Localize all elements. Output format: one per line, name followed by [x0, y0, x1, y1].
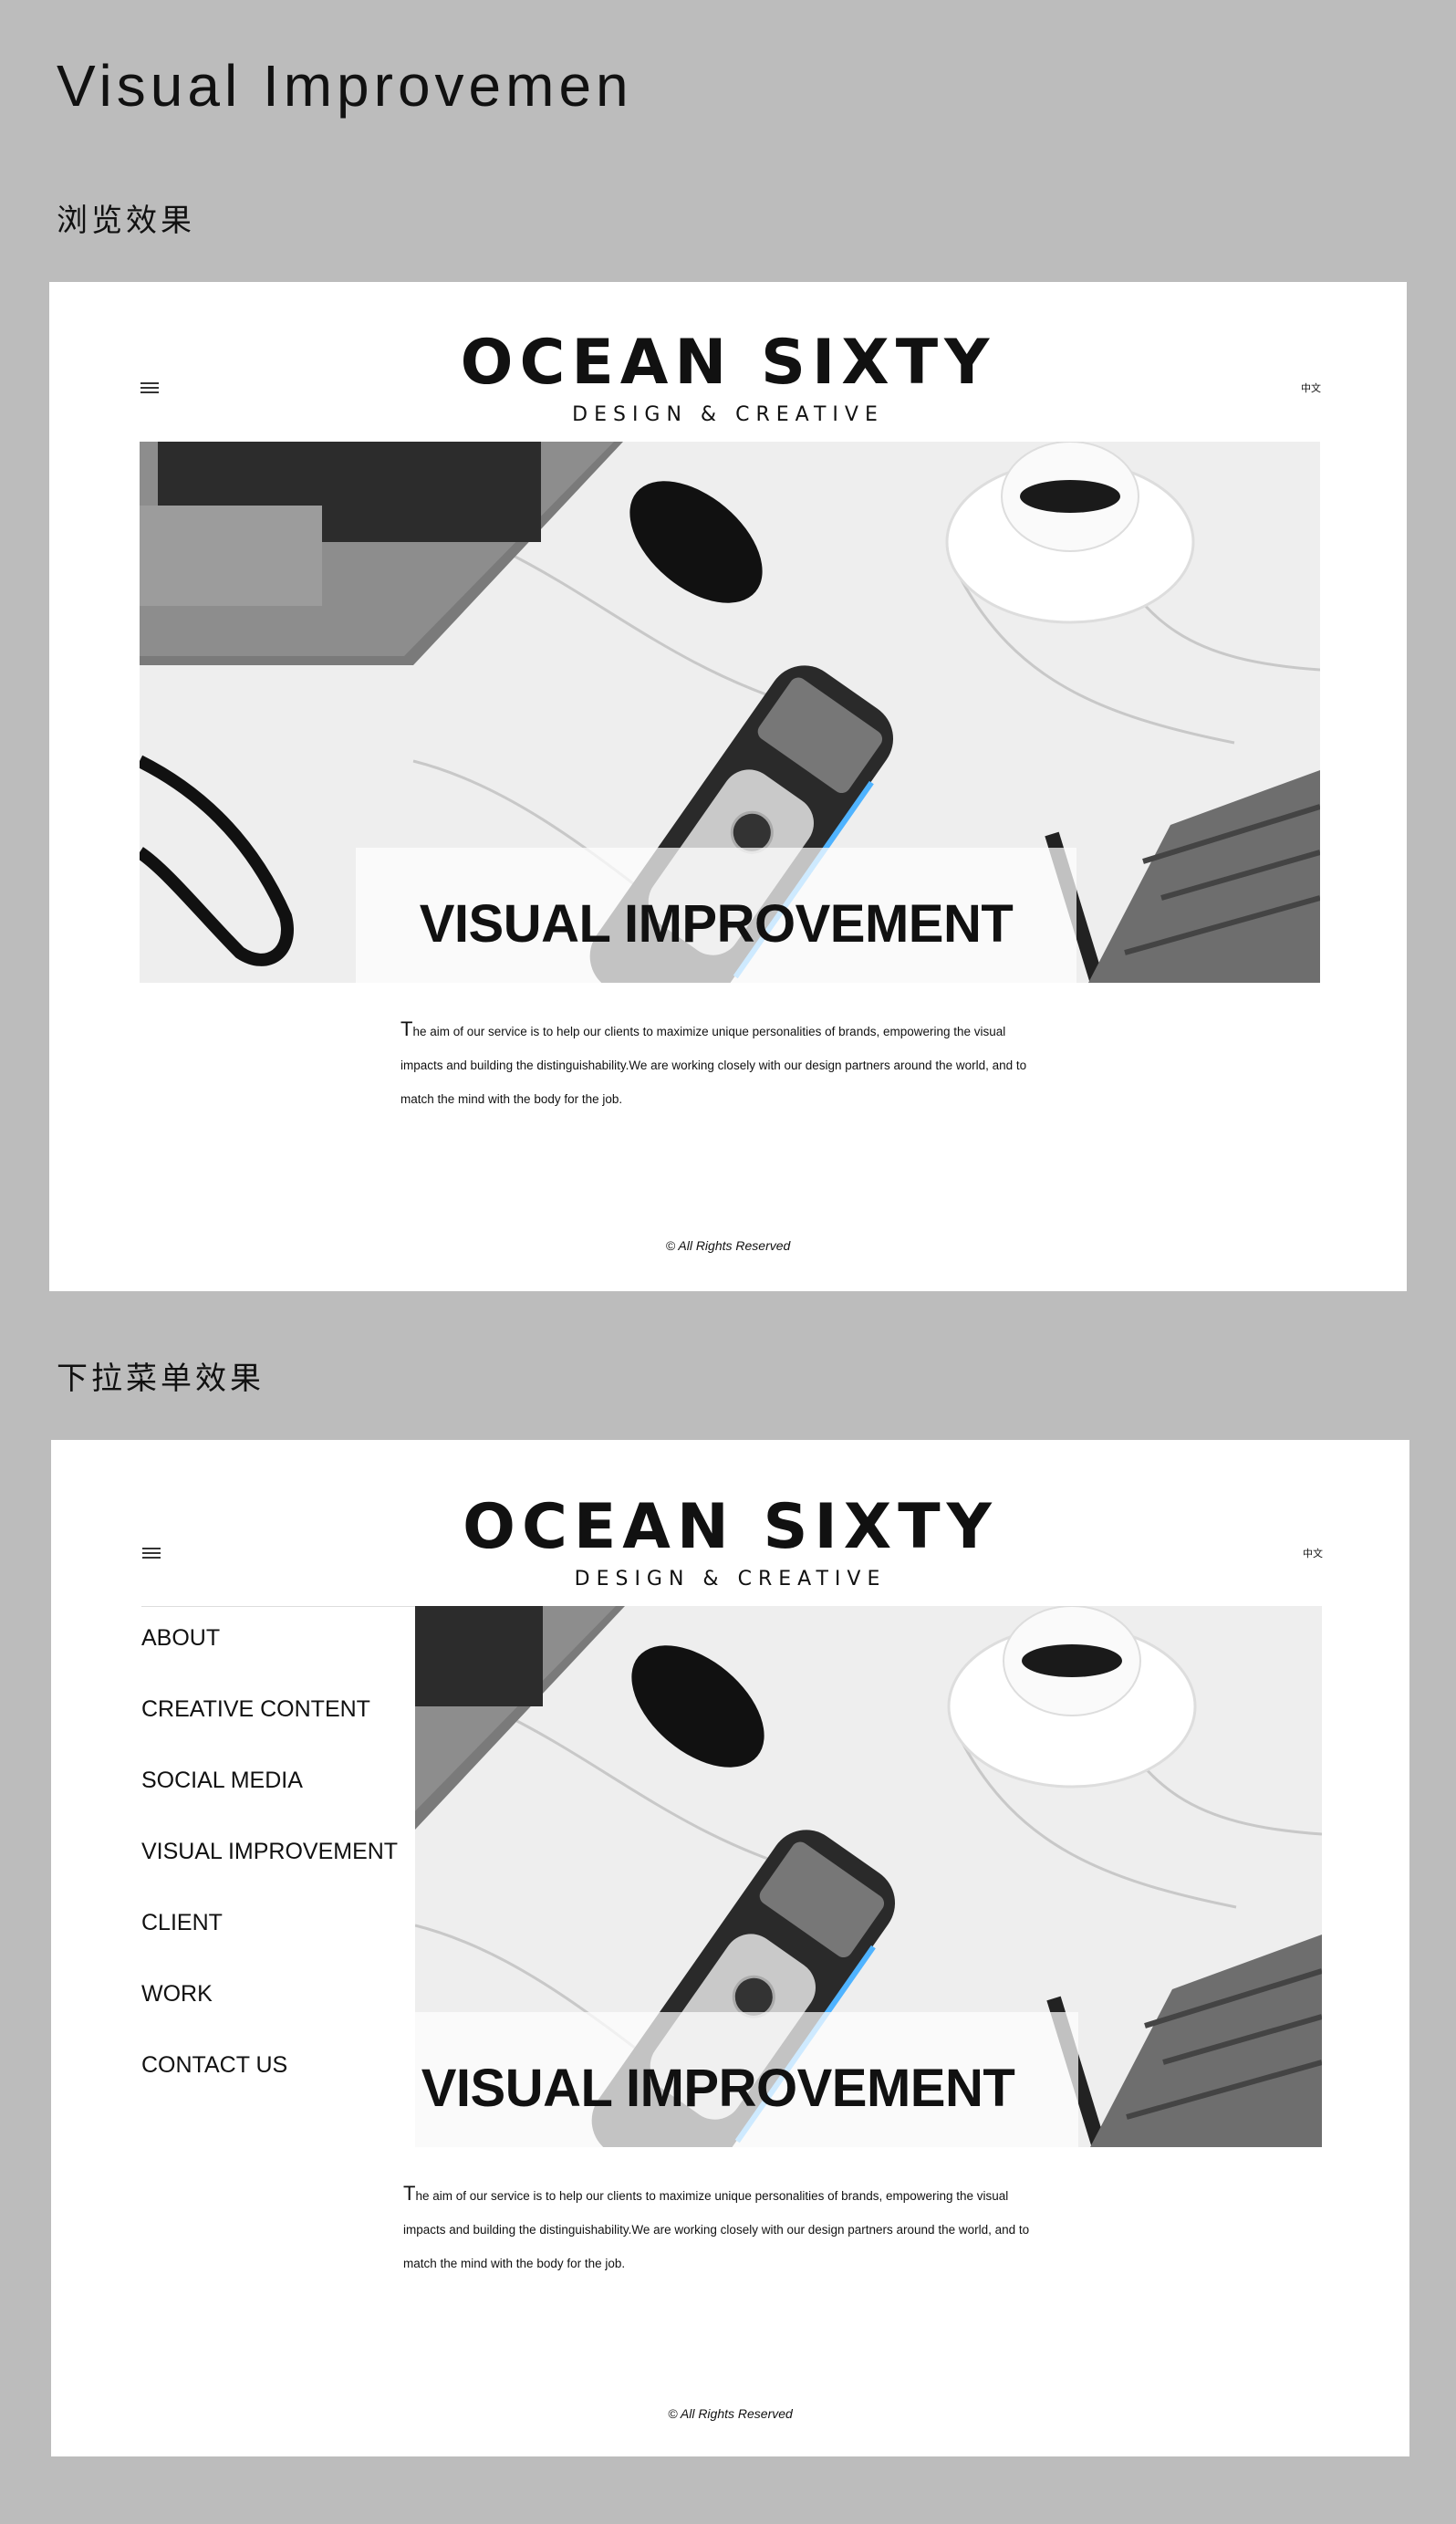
section-label-browse: 浏览效果	[57, 203, 195, 239]
intro-first-letter: T	[403, 2182, 416, 2205]
copyright-notice: © All Rights Reserved	[668, 2406, 793, 2421]
dropdown-menu: ABOUT CREATIVE CONTENT SOCIAL MEDIA VISU…	[141, 1606, 415, 2148]
copyright-notice: © All Rights Reserved	[665, 1238, 791, 1253]
menu-item-contact-us[interactable]: CONTACT US	[141, 2052, 287, 2079]
intro-text: he aim of our service is to help our cli…	[400, 1025, 1027, 1106]
menu-item-social-media[interactable]: SOCIAL MEDIA	[141, 1768, 303, 1794]
logo-sub-text: DESIGN & CREATIVE	[574, 1568, 887, 1591]
site-logo[interactable]: OCEAN SIXTY DESIGN & CREATIVE	[49, 327, 1407, 427]
dropdown-preview-frame: 中文 OCEAN SIXTY DESIGN & CREATIVE VISUAL …	[51, 1440, 1409, 2456]
logo-main-text: OCEAN SIXTY	[460, 327, 996, 399]
browse-preview-frame: 中文 OCEAN SIXTY DESIGN & CREATIVE VISUAL …	[49, 282, 1407, 1291]
logo-main-text: OCEAN SIXTY	[463, 1491, 998, 1563]
intro-paragraph: The aim of our service is to help our cl…	[403, 2176, 1042, 2280]
page-title: Visual Improvemen	[57, 53, 633, 119]
menu-item-creative-content[interactable]: CREATIVE CONTENT	[141, 1696, 370, 1723]
menu-item-about[interactable]: ABOUT	[141, 1625, 220, 1652]
intro-paragraph: The aim of our service is to help our cl…	[400, 1012, 1039, 1116]
logo-sub-text: DESIGN & CREATIVE	[572, 403, 884, 426]
hero-title: VISUAL IMPROVEMENT	[419, 894, 1014, 954]
hero-title: VISUAL IMPROVEMENT	[421, 2059, 1015, 2118]
section-label-dropdown: 下拉菜单效果	[57, 1361, 265, 1397]
site-logo[interactable]: OCEAN SIXTY DESIGN & CREATIVE	[51, 1497, 1409, 1591]
menu-item-client[interactable]: CLIENT	[141, 1910, 223, 1936]
menu-item-work[interactable]: WORK	[141, 1981, 213, 2008]
menu-item-visual-improvement[interactable]: VISUAL IMPROVEMENT	[141, 1839, 398, 1865]
hero-image: VISUAL IMPROVEMENT	[140, 442, 1320, 983]
intro-first-letter: T	[400, 1017, 413, 1040]
intro-text: he aim of our service is to help our cli…	[403, 2189, 1030, 2270]
